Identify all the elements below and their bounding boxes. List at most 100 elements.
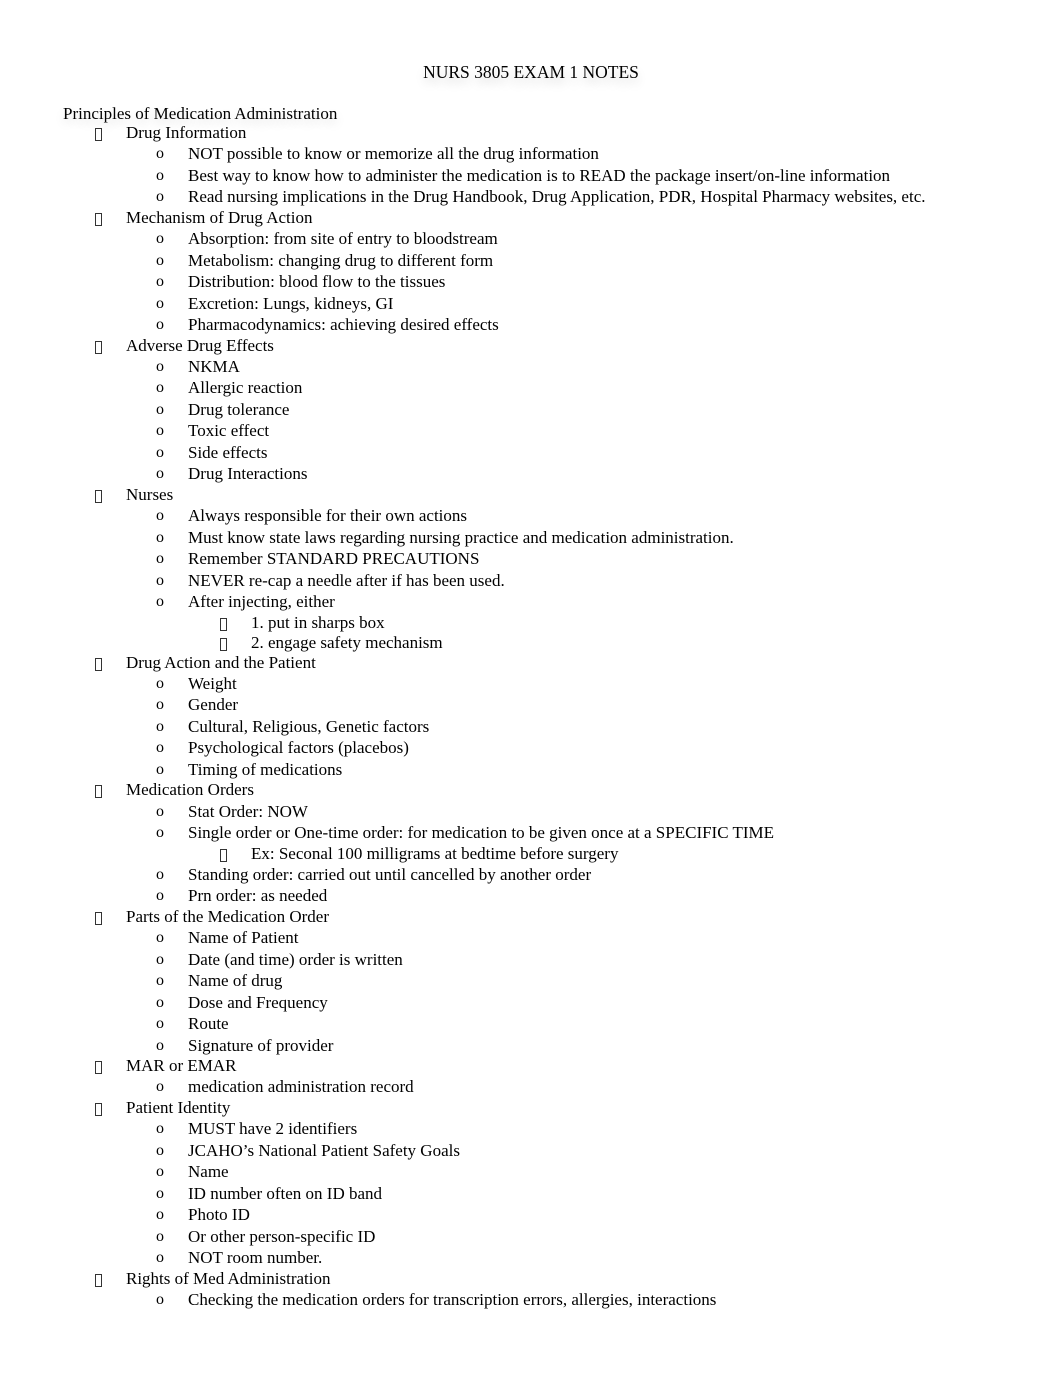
outline-item: o MUST have 2 identifiers xyxy=(0,1118,1062,1140)
missing-glyph-bullet-icon xyxy=(220,617,227,631)
outline-section: Rights of Med Administration xyxy=(0,1269,1062,1289)
circle-bullet-icon: o xyxy=(156,422,164,440)
section-heading: Principles of Medication Administration xyxy=(63,104,338,123)
outline-item: o Signature of provider xyxy=(0,1035,1062,1057)
outline-item: o Prn order: as needed xyxy=(0,885,1062,907)
section-label: Medication Orders xyxy=(126,780,254,800)
outline-item: o Weight xyxy=(0,673,1062,695)
circle-bullet-icon: o xyxy=(156,166,164,184)
outline-item: o medication administration record xyxy=(0,1076,1062,1098)
outline-item: o NOT room number. xyxy=(0,1247,1062,1269)
item-text: NKMA xyxy=(188,356,240,376)
outline-item: o Read nursing implications in the Drug H… xyxy=(0,186,1062,208)
circle-bullet-icon: o xyxy=(156,887,164,905)
circle-bullet-icon: o xyxy=(156,1015,164,1033)
subitem-text: 2. engage safety mechanism xyxy=(251,632,443,652)
circle-bullet-icon: o xyxy=(156,739,164,757)
outline-item: o Date (and time) order is written xyxy=(0,949,1062,971)
section-label: Patient Identity xyxy=(126,1097,231,1117)
outline-item: o Allergic reaction xyxy=(0,377,1062,399)
circle-bullet-icon: o xyxy=(156,696,164,714)
section-label: Mechanism of Drug Action xyxy=(126,207,313,227)
subitem-text: 1. put in sharps box xyxy=(251,612,385,632)
outline-item: o Side effects xyxy=(0,442,1062,464)
outline-item: o Gender xyxy=(0,694,1062,716)
item-text: Dose and Frequency xyxy=(188,992,328,1012)
circle-bullet-icon: o xyxy=(156,379,164,397)
section-label: Rights of Med Administration xyxy=(126,1268,331,1288)
circle-bullet-icon: o xyxy=(156,1120,164,1138)
circle-bullet-icon: o xyxy=(156,357,164,375)
outline-section: Drug Action and the Patient xyxy=(0,653,1062,673)
item-text: After injecting, either xyxy=(188,592,335,612)
outline-item: o After injecting, either xyxy=(0,591,1062,613)
item-text: Side effects xyxy=(188,442,268,462)
section-label: MAR or EMAR xyxy=(126,1056,237,1076)
document-title: NURS 3805 EXAM 1 NOTES xyxy=(423,62,639,82)
outline-item: o Absorption: from site of entry to blood… xyxy=(0,228,1062,250)
item-text: Read nursing implications in the Drug Ha… xyxy=(188,187,926,207)
outline-item: o Metabolism: changing drug to different … xyxy=(0,250,1062,272)
outline-item: o Cultural, Religious, Genetic factors xyxy=(0,716,1062,738)
circle-bullet-icon: o xyxy=(156,230,164,248)
missing-glyph-bullet-icon xyxy=(95,489,102,503)
missing-glyph-bullet-icon xyxy=(95,1102,102,1116)
outline-item: o NOT possible to know or memorize all th… xyxy=(0,143,1062,165)
item-text: Checking the medication orders for trans… xyxy=(188,1289,717,1309)
item-text: Remember STANDARD PRECAUTIONS xyxy=(188,549,480,569)
outline-section: Mechanism of Drug Action xyxy=(0,208,1062,228)
outline-subitem: 1. put in sharps box xyxy=(0,613,1062,633)
outline-item: o Remember STANDARD PRECAUTIONS xyxy=(0,548,1062,570)
outline-item: o Psychological factors (placebos) xyxy=(0,737,1062,759)
item-text: Metabolism: changing drug to different f… xyxy=(188,250,494,270)
item-text: Distribution: blood flow to the tissues xyxy=(188,272,446,292)
circle-bullet-icon: o xyxy=(156,443,164,461)
circle-bullet-icon: o xyxy=(156,1184,164,1202)
outline-item: o Always responsible for their own action… xyxy=(0,505,1062,527)
outline-item: o Name of drug xyxy=(0,970,1062,992)
item-text: Timing of medications xyxy=(188,759,343,779)
item-text: Standing order: carried out until cancel… xyxy=(188,864,592,884)
item-text: Allergic reaction xyxy=(188,378,303,398)
item-text: Absorption: from site of entry to bloods… xyxy=(188,229,498,249)
outline-subitem: Ex: Seconal 100 milligrams at bedtime be… xyxy=(0,844,1062,864)
circle-bullet-icon: o xyxy=(156,1036,164,1054)
circle-bullet-icon: o xyxy=(156,188,164,206)
outline-item: o Checking the medication orders for tran… xyxy=(0,1289,1062,1311)
outline-item: o Stat Order: NOW xyxy=(0,801,1062,823)
outline-section: Patient Identity xyxy=(0,1098,1062,1118)
item-text: Excretion: Lungs, kidneys, GI xyxy=(188,293,394,313)
missing-glyph-bullet-icon xyxy=(95,1061,102,1075)
outline-item: o Timing of medications xyxy=(0,759,1062,781)
missing-glyph-bullet-icon xyxy=(95,1273,102,1287)
item-text: NOT possible to know or memorize all the… xyxy=(188,144,599,164)
item-text: Route xyxy=(188,1014,229,1034)
missing-glyph-bullet-icon xyxy=(220,848,227,862)
item-text: Name of drug xyxy=(188,971,283,991)
item-text: Name xyxy=(188,1162,229,1182)
missing-glyph-bullet-icon xyxy=(95,340,102,354)
item-text: Date (and time) order is written xyxy=(188,949,403,969)
item-text: Signature of provider xyxy=(188,1035,334,1055)
circle-bullet-icon: o xyxy=(156,1290,164,1308)
section-label: Drug Information xyxy=(126,123,247,142)
outline-item: o Name of Patient xyxy=(0,927,1062,949)
missing-glyph-bullet-icon xyxy=(95,785,102,799)
circle-bullet-icon: o xyxy=(156,929,164,947)
item-text: Drug Interactions xyxy=(188,464,308,484)
outline-item: o ID number often on ID band xyxy=(0,1183,1062,1205)
outline-item: o Dose and Frequency xyxy=(0,992,1062,1014)
item-text: MUST have 2 identifiers xyxy=(188,1119,358,1139)
outline-item: o Pharmacodynamics: achieving desired eff… xyxy=(0,314,1062,336)
item-text: Weight xyxy=(188,673,237,693)
circle-bullet-icon: o xyxy=(156,1141,164,1159)
item-text: Name of Patient xyxy=(188,928,299,948)
item-text: JCAHO’s National Patient Safety Goals xyxy=(188,1140,460,1160)
section-label: Drug Action and the Patient xyxy=(126,652,316,672)
circle-bullet-icon: o xyxy=(156,593,164,611)
circle-bullet-icon: o xyxy=(156,950,164,968)
outline-item: o Excretion: Lungs, kidneys, GI xyxy=(0,293,1062,315)
item-text: Drug tolerance xyxy=(188,399,290,419)
outline-item: o Must know state laws regarding nursing … xyxy=(0,527,1062,549)
item-text: Single order or One-time order: for medi… xyxy=(188,823,775,843)
